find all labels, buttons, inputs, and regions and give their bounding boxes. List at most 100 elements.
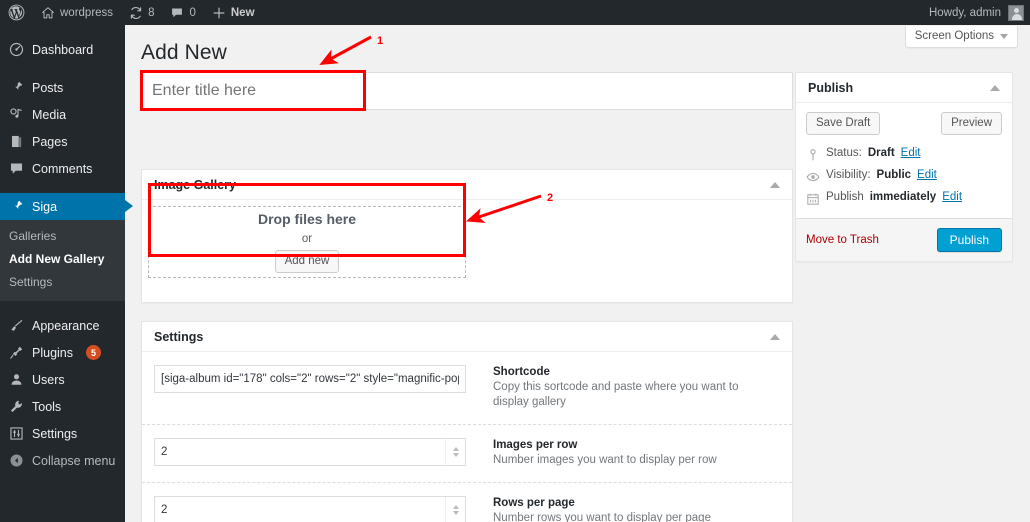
setting-label: Shortcode [493, 366, 550, 378]
sidebar-item-siga[interactable]: Siga [0, 193, 133, 220]
collapse-menu-label: Collapse menu [32, 453, 116, 468]
admin-sidebar: Dashboard Posts Media Pages Comments Sig… [0, 25, 133, 522]
rows-per-page-description: Rows per page Number rows you want to di… [466, 496, 711, 522]
updates-count: 8 [148, 6, 155, 19]
publish-panel-header[interactable]: Publish [796, 73, 1012, 103]
publish-footer: Move to Trash Publish [796, 218, 1012, 261]
dashboard-icon [9, 42, 24, 57]
images-per-row-input[interactable] [154, 438, 466, 466]
plus-icon [213, 7, 225, 18]
sidebar-item-label: Siga [32, 199, 58, 214]
toggle-collapse-icon[interactable] [770, 181, 780, 188]
preview-button[interactable]: Preview [941, 112, 1002, 135]
collapse-arrow-icon [10, 454, 23, 467]
sidebar-item-label: Appearance [32, 318, 100, 333]
rows-per-page-input[interactable] [154, 496, 466, 522]
main-content: Add New Image Gallery Drop files here or… [125, 25, 1030, 522]
image-gallery-panel: Image Gallery Drop files here or Add new [141, 169, 793, 303]
pin-status-icon [810, 149, 816, 161]
toggle-collapse-icon[interactable] [770, 333, 780, 340]
submenu-item-settings[interactable]: Settings [0, 271, 125, 294]
sliders-icon [10, 427, 23, 440]
setting-help: Number images you want to display per ro… [493, 454, 717, 466]
comments-menu[interactable]: 0 [162, 0, 203, 25]
plugins-update-badge: 5 [86, 345, 101, 360]
save-draft-button[interactable]: Save Draft [806, 112, 881, 135]
sidebar-item-label: Settings [32, 426, 78, 441]
publish-button[interactable]: Publish [936, 228, 1002, 252]
calendar-icon [807, 193, 819, 205]
new-content-menu[interactable]: New [204, 0, 263, 25]
add-new-media-button[interactable]: Add new [274, 250, 340, 273]
status-prefix: Status: [826, 147, 862, 159]
schedule-value: immediately [869, 191, 937, 203]
shortcode-field-wrap [154, 365, 466, 410]
submenu-item-galleries[interactable]: Galleries [0, 225, 125, 248]
visibility-line: Visibility: Public Edit [806, 166, 1002, 188]
sidebar-item-posts[interactable]: Posts [0, 74, 125, 101]
sidebar-item-users[interactable]: Users [0, 366, 125, 393]
stepper-down-icon[interactable] [452, 453, 459, 457]
pages-icon [12, 135, 22, 148]
toggle-collapse-icon[interactable] [990, 84, 1000, 91]
schedule-prefix: Publish [826, 191, 864, 203]
sidebar-item-label: Posts [32, 80, 64, 95]
sidebar-item-label: Pages [32, 134, 68, 149]
images-per-row-description: Images per row Number images you want to… [466, 438, 717, 468]
sidebar-item-label: Plugins [32, 345, 73, 360]
settings-panel-header[interactable]: Settings [142, 322, 792, 352]
status-value: Draft [867, 147, 895, 159]
comment-bubble-icon [10, 163, 23, 174]
sidebar-item-media[interactable]: Media [0, 101, 125, 128]
sidebar-item-dashboard[interactable]: Dashboard [0, 36, 125, 63]
sidebar-item-label: Media [32, 107, 67, 122]
move-to-trash-link[interactable]: Move to Trash [806, 234, 879, 246]
shortcode-input[interactable] [154, 365, 466, 393]
quantity-stepper[interactable] [445, 439, 465, 465]
wordpress-logo-button[interactable] [0, 0, 33, 25]
panel-title: Publish [808, 80, 854, 95]
sidebar-item-tools[interactable]: Tools [0, 393, 125, 420]
stepper-down-icon[interactable] [452, 511, 459, 515]
updates-icon [130, 6, 142, 19]
file-dropzone[interactable]: Drop files here or Add new [148, 206, 466, 278]
collapse-menu-button[interactable]: Collapse menu [0, 447, 125, 474]
sidebar-item-label: Dashboard [32, 42, 94, 57]
panel-title: Settings [154, 329, 204, 344]
wordpress-logo-icon [8, 4, 25, 21]
visibility-prefix: Visibility: [826, 169, 871, 181]
annotation-number-2: 2 [547, 192, 554, 204]
post-title-input[interactable] [141, 72, 793, 110]
setting-row-rows-per-page: Rows per page Number rows you want to di… [142, 483, 792, 522]
brush-icon [11, 319, 23, 331]
howdy-label: Howdy, admin [928, 6, 1001, 19]
avatar [1008, 4, 1024, 21]
sidebar-item-pages[interactable]: Pages [0, 128, 125, 155]
setting-label: Rows per page [493, 497, 575, 509]
sidebar-item-appearance[interactable]: Appearance [0, 312, 125, 339]
site-name-menu[interactable]: wordpress [33, 0, 121, 25]
stepper-up-icon[interactable] [452, 505, 459, 509]
sidebar-item-label: Users [32, 372, 65, 387]
panel-title: Image Gallery [154, 177, 236, 192]
submenu-item-add-new-gallery[interactable]: Add New Gallery [0, 248, 125, 271]
updates-menu[interactable]: 8 [121, 0, 162, 25]
account-menu[interactable]: Howdy, admin [928, 4, 1030, 21]
comment-bubble-icon [172, 7, 183, 17]
status-edit-link[interactable]: Edit [901, 147, 921, 159]
home-icon [42, 6, 54, 18]
quantity-stepper[interactable] [445, 497, 465, 522]
schedule-edit-link[interactable]: Edit [942, 191, 962, 203]
image-gallery-panel-header[interactable]: Image Gallery [142, 170, 792, 200]
new-label: New [230, 6, 255, 19]
sidebar-item-plugins[interactable]: Plugins 5 [0, 339, 125, 366]
sidebar-item-settings[interactable]: Settings [0, 420, 125, 447]
setting-row-shortcode: Shortcode Copy this sortcode and paste w… [142, 352, 792, 425]
sidebar-item-comments[interactable]: Comments [0, 155, 125, 182]
setting-label: Images per row [493, 439, 578, 451]
title-field-wrap [141, 72, 793, 110]
stepper-up-icon[interactable] [452, 447, 459, 451]
visibility-edit-link[interactable]: Edit [917, 169, 937, 181]
setting-row-images-per-row: Images per row Number images you want to… [142, 425, 792, 483]
setting-help: Copy this sortcode and paste where you w… [493, 381, 739, 408]
